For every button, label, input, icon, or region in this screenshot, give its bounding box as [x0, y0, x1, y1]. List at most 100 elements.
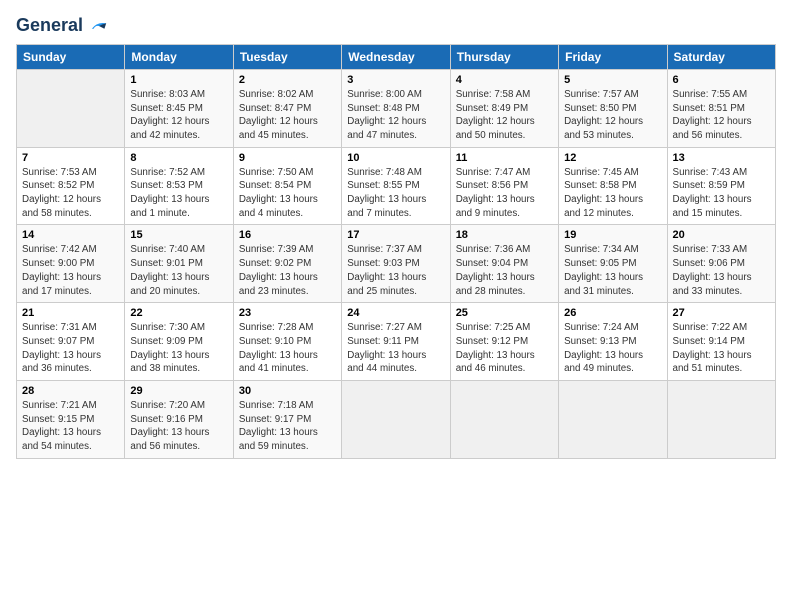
sun-info: Sunrise: 7:25 AMSunset: 9:12 PMDaylight:…: [456, 322, 535, 374]
sun-info: Sunrise: 7:57 AMSunset: 8:50 PMDaylight:…: [564, 89, 643, 141]
day-number: 6: [673, 74, 770, 86]
calendar-cell: 21 Sunrise: 7:31 AMSunset: 9:07 PMDaylig…: [17, 303, 125, 381]
sun-info: Sunrise: 7:58 AMSunset: 8:49 PMDaylight:…: [456, 89, 535, 141]
day-number: 23: [239, 307, 336, 319]
column-header-thursday: Thursday: [450, 44, 558, 69]
sun-info: Sunrise: 7:27 AMSunset: 9:11 PMDaylight:…: [347, 322, 426, 374]
day-number: 10: [347, 152, 444, 164]
calendar-cell: [342, 381, 450, 459]
sun-info: Sunrise: 8:02 AMSunset: 8:47 PMDaylight:…: [239, 89, 318, 141]
sun-info: Sunrise: 7:42 AMSunset: 9:00 PMDaylight:…: [22, 244, 101, 296]
calendar-header-row: SundayMondayTuesdayWednesdayThursdayFrid…: [17, 44, 776, 69]
day-number: 12: [564, 152, 661, 164]
day-number: 29: [130, 385, 227, 397]
day-number: 27: [673, 307, 770, 319]
day-number: 22: [130, 307, 227, 319]
sun-info: Sunrise: 7:33 AMSunset: 9:06 PMDaylight:…: [673, 244, 752, 296]
day-number: 30: [239, 385, 336, 397]
logo: General: [16, 16, 108, 36]
sun-info: Sunrise: 7:36 AMSunset: 9:04 PMDaylight:…: [456, 244, 535, 296]
calendar-cell: 22 Sunrise: 7:30 AMSunset: 9:09 PMDaylig…: [125, 303, 233, 381]
calendar-cell: 4 Sunrise: 7:58 AMSunset: 8:49 PMDayligh…: [450, 69, 558, 147]
column-header-saturday: Saturday: [667, 44, 775, 69]
sun-info: Sunrise: 7:45 AMSunset: 8:58 PMDaylight:…: [564, 167, 643, 219]
calendar-cell: 15 Sunrise: 7:40 AMSunset: 9:01 PMDaylig…: [125, 225, 233, 303]
page-header: General: [16, 16, 776, 36]
calendar-cell: 28 Sunrise: 7:21 AMSunset: 9:15 PMDaylig…: [17, 381, 125, 459]
calendar-table: SundayMondayTuesdayWednesdayThursdayFrid…: [16, 44, 776, 459]
day-number: 17: [347, 229, 444, 241]
day-number: 8: [130, 152, 227, 164]
day-number: 5: [564, 74, 661, 86]
day-number: 25: [456, 307, 553, 319]
calendar-cell: 18 Sunrise: 7:36 AMSunset: 9:04 PMDaylig…: [450, 225, 558, 303]
calendar-cell: 24 Sunrise: 7:27 AMSunset: 9:11 PMDaylig…: [342, 303, 450, 381]
column-header-tuesday: Tuesday: [233, 44, 341, 69]
day-number: 15: [130, 229, 227, 241]
column-header-friday: Friday: [559, 44, 667, 69]
logo-general: General: [16, 16, 108, 36]
week-row-4: 21 Sunrise: 7:31 AMSunset: 9:07 PMDaylig…: [17, 303, 776, 381]
day-number: 3: [347, 74, 444, 86]
calendar-cell: 8 Sunrise: 7:52 AMSunset: 8:53 PMDayligh…: [125, 147, 233, 225]
week-row-5: 28 Sunrise: 7:21 AMSunset: 9:15 PMDaylig…: [17, 381, 776, 459]
day-number: 1: [130, 74, 227, 86]
day-number: 4: [456, 74, 553, 86]
column-header-wednesday: Wednesday: [342, 44, 450, 69]
day-number: 19: [564, 229, 661, 241]
sun-info: Sunrise: 7:40 AMSunset: 9:01 PMDaylight:…: [130, 244, 209, 296]
logo-bird-icon: [90, 19, 108, 33]
calendar-cell: 16 Sunrise: 7:39 AMSunset: 9:02 PMDaylig…: [233, 225, 341, 303]
calendar-cell: 26 Sunrise: 7:24 AMSunset: 9:13 PMDaylig…: [559, 303, 667, 381]
sun-info: Sunrise: 7:22 AMSunset: 9:14 PMDaylight:…: [673, 322, 752, 374]
sun-info: Sunrise: 7:53 AMSunset: 8:52 PMDaylight:…: [22, 167, 101, 219]
sun-info: Sunrise: 8:03 AMSunset: 8:45 PMDaylight:…: [130, 89, 209, 141]
sun-info: Sunrise: 7:28 AMSunset: 9:10 PMDaylight:…: [239, 322, 318, 374]
calendar-cell: [667, 381, 775, 459]
calendar-cell: 17 Sunrise: 7:37 AMSunset: 9:03 PMDaylig…: [342, 225, 450, 303]
day-number: 24: [347, 307, 444, 319]
calendar-cell: 11 Sunrise: 7:47 AMSunset: 8:56 PMDaylig…: [450, 147, 558, 225]
sun-info: Sunrise: 7:55 AMSunset: 8:51 PMDaylight:…: [673, 89, 752, 141]
sun-info: Sunrise: 7:24 AMSunset: 9:13 PMDaylight:…: [564, 322, 643, 374]
column-header-monday: Monday: [125, 44, 233, 69]
day-number: 20: [673, 229, 770, 241]
calendar-cell: 14 Sunrise: 7:42 AMSunset: 9:00 PMDaylig…: [17, 225, 125, 303]
calendar-cell: 20 Sunrise: 7:33 AMSunset: 9:06 PMDaylig…: [667, 225, 775, 303]
sun-info: Sunrise: 7:47 AMSunset: 8:56 PMDaylight:…: [456, 167, 535, 219]
calendar-cell: 27 Sunrise: 7:22 AMSunset: 9:14 PMDaylig…: [667, 303, 775, 381]
sun-info: Sunrise: 7:52 AMSunset: 8:53 PMDaylight:…: [130, 167, 209, 219]
calendar-cell: 9 Sunrise: 7:50 AMSunset: 8:54 PMDayligh…: [233, 147, 341, 225]
day-number: 9: [239, 152, 336, 164]
sun-info: Sunrise: 8:00 AMSunset: 8:48 PMDaylight:…: [347, 89, 426, 141]
sun-info: Sunrise: 7:43 AMSunset: 8:59 PMDaylight:…: [673, 167, 752, 219]
calendar-cell: 30 Sunrise: 7:18 AMSunset: 9:17 PMDaylig…: [233, 381, 341, 459]
sun-info: Sunrise: 7:21 AMSunset: 9:15 PMDaylight:…: [22, 400, 101, 452]
calendar-cell: 1 Sunrise: 8:03 AMSunset: 8:45 PMDayligh…: [125, 69, 233, 147]
day-number: 13: [673, 152, 770, 164]
day-number: 18: [456, 229, 553, 241]
day-number: 11: [456, 152, 553, 164]
calendar-cell: 6 Sunrise: 7:55 AMSunset: 8:51 PMDayligh…: [667, 69, 775, 147]
day-number: 16: [239, 229, 336, 241]
day-number: 28: [22, 385, 119, 397]
sun-info: Sunrise: 7:30 AMSunset: 9:09 PMDaylight:…: [130, 322, 209, 374]
calendar-cell: [559, 381, 667, 459]
sun-info: Sunrise: 7:31 AMSunset: 9:07 PMDaylight:…: [22, 322, 101, 374]
sun-info: Sunrise: 7:39 AMSunset: 9:02 PMDaylight:…: [239, 244, 318, 296]
calendar-cell: 19 Sunrise: 7:34 AMSunset: 9:05 PMDaylig…: [559, 225, 667, 303]
calendar-cell: 2 Sunrise: 8:02 AMSunset: 8:47 PMDayligh…: [233, 69, 341, 147]
calendar-cell: 7 Sunrise: 7:53 AMSunset: 8:52 PMDayligh…: [17, 147, 125, 225]
sun-info: Sunrise: 7:50 AMSunset: 8:54 PMDaylight:…: [239, 167, 318, 219]
calendar-cell: 29 Sunrise: 7:20 AMSunset: 9:16 PMDaylig…: [125, 381, 233, 459]
calendar-cell: 10 Sunrise: 7:48 AMSunset: 8:55 PMDaylig…: [342, 147, 450, 225]
day-number: 2: [239, 74, 336, 86]
sun-info: Sunrise: 7:34 AMSunset: 9:05 PMDaylight:…: [564, 244, 643, 296]
sun-info: Sunrise: 7:48 AMSunset: 8:55 PMDaylight:…: [347, 167, 426, 219]
calendar-cell: 25 Sunrise: 7:25 AMSunset: 9:12 PMDaylig…: [450, 303, 558, 381]
sun-info: Sunrise: 7:20 AMSunset: 9:16 PMDaylight:…: [130, 400, 209, 452]
calendar-cell: [450, 381, 558, 459]
week-row-2: 7 Sunrise: 7:53 AMSunset: 8:52 PMDayligh…: [17, 147, 776, 225]
calendar-cell: 12 Sunrise: 7:45 AMSunset: 8:58 PMDaylig…: [559, 147, 667, 225]
calendar-cell: 5 Sunrise: 7:57 AMSunset: 8:50 PMDayligh…: [559, 69, 667, 147]
